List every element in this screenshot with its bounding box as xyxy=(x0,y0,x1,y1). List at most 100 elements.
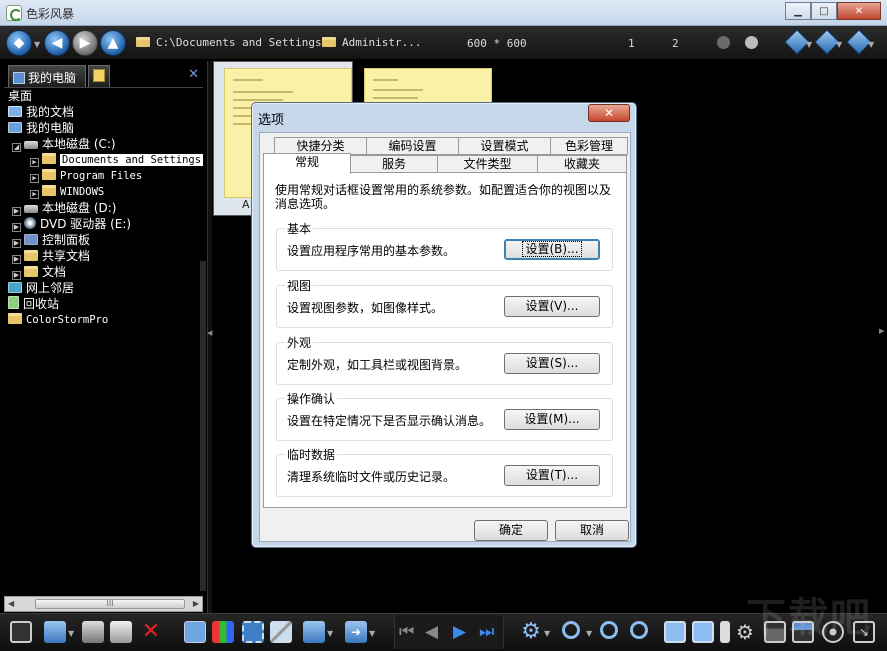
collapse-toggle-icon[interactable]: ◢ xyxy=(12,143,21,152)
chevron-down-icon[interactable]: ▼ xyxy=(836,40,842,49)
chevron-down-icon[interactable]: ▼ xyxy=(68,629,74,638)
chevron-down-icon[interactable]: ▼ xyxy=(327,629,333,638)
dvd-icon xyxy=(24,217,36,229)
close-window-button[interactable]: ✕ xyxy=(837,2,881,20)
tab-favorites[interactable] xyxy=(88,65,110,87)
expand-toggle-icon[interactable]: ▶ xyxy=(12,271,21,280)
edit-icon[interactable] xyxy=(303,621,325,643)
tab-service[interactable]: 服务 xyxy=(350,155,438,173)
tree-item-drive-d[interactable]: ▶ 本地磁盘 (D:) xyxy=(12,200,116,216)
tab-my-computer[interactable]: 我的电脑 xyxy=(8,65,86,87)
dialog-close-button[interactable]: ✕ xyxy=(588,104,630,122)
close-panel-icon[interactable]: ✕ xyxy=(188,67,199,82)
exit-icon[interactable] xyxy=(10,621,32,643)
tree-item-desktop[interactable]: 桌面 xyxy=(8,88,32,104)
minimize-button[interactable]: ▁ xyxy=(785,2,811,20)
expand-toggle-icon[interactable]: ▶ xyxy=(30,190,39,199)
up-folder-button[interactable]: ▲ xyxy=(100,30,126,56)
back-button[interactable]: ◀ xyxy=(44,30,70,56)
expand-toggle-icon[interactable]: ▶ xyxy=(12,207,21,216)
zoom-out-icon[interactable] xyxy=(600,621,618,639)
tree-item-windows[interactable]: ▶ WINDOWS xyxy=(30,184,104,200)
fit-window-icon[interactable] xyxy=(664,621,686,643)
chevron-down-icon[interactable]: ▼ xyxy=(868,40,874,49)
histogram-icon[interactable] xyxy=(212,621,234,643)
expand-toggle-icon[interactable]: ▶ xyxy=(12,255,21,264)
settings-gear-icon[interactable]: ⚙ xyxy=(520,621,542,643)
tree-horizontal-scrollbar[interactable]: ◀ III ▶ xyxy=(4,596,203,612)
expand-toggle-icon[interactable]: ▶ xyxy=(30,174,39,183)
tree-item-program-files[interactable]: ▶ Program Files xyxy=(30,168,142,184)
app-logo-icon xyxy=(6,5,22,21)
tab-general[interactable]: 常规 xyxy=(263,153,351,174)
delete-icon[interactable]: ✕ xyxy=(140,621,162,643)
tree-item-recycle-bin[interactable]: 回收站 xyxy=(8,296,59,312)
chevron-down-icon[interactable]: ▼ xyxy=(586,629,592,638)
breadcrumb-child[interactable]: Administr... xyxy=(322,36,421,49)
tree-item-label: 桌面 xyxy=(8,89,33,103)
page-indicator-2[interactable]: 2 xyxy=(672,37,679,50)
tab-color-management[interactable]: 色彩管理 xyxy=(550,137,628,155)
basic-settings-button[interactable]: 设置(B)... xyxy=(504,239,600,260)
tree-item-shared-documents[interactable]: ▶ 共享文档 xyxy=(12,248,90,264)
tab-file-types[interactable]: 文件类型 xyxy=(437,155,538,173)
panel-tabs: 我的电脑 ✕ xyxy=(4,63,205,87)
view-mode-button[interactable]: ◆ xyxy=(6,30,32,56)
zoom-icon[interactable] xyxy=(562,621,580,639)
chevron-down-icon[interactable]: ▼ xyxy=(544,629,550,638)
expand-toggle-icon[interactable]: ▶ xyxy=(30,158,39,167)
chevron-down-icon[interactable]: ▼ xyxy=(806,40,812,49)
tree-vertical-scrollbar[interactable] xyxy=(200,261,206,591)
tree-item-dvd-drive[interactable]: ▶ DVD 驱动器 (E:) xyxy=(12,216,131,232)
open-file-icon[interactable] xyxy=(44,621,66,643)
chevron-down-icon[interactable]: ▼ xyxy=(34,40,40,49)
export-icon[interactable]: ➜ xyxy=(345,621,367,643)
panel-splitter[interactable] xyxy=(207,61,212,613)
tree-item-my-documents[interactable]: 我的文档 xyxy=(8,104,74,120)
tree-item-colorstormpro[interactable]: ColorStormPro xyxy=(8,312,108,328)
forward-button[interactable]: ▶ xyxy=(72,30,98,56)
tree-item-drive-c[interactable]: ◢ 本地磁盘 (C:) xyxy=(12,136,116,152)
tab-favorites[interactable]: 收藏夹 xyxy=(537,155,627,173)
crop-icon[interactable] xyxy=(242,621,264,643)
previous-image-icon[interactable]: ◀ xyxy=(425,623,438,641)
tab-mode[interactable]: 设置模式 xyxy=(458,137,551,155)
actual-size-icon[interactable] xyxy=(692,621,714,643)
column-view-icon[interactable] xyxy=(720,621,730,643)
scroll-thumb[interactable]: III xyxy=(35,599,185,609)
expand-toggle-icon[interactable]: ▶ xyxy=(12,223,21,232)
scroll-left-icon[interactable]: ◀ xyxy=(8,599,14,608)
cancel-button[interactable]: 取消 xyxy=(555,520,629,541)
tree-item-control-panel[interactable]: ▶ 控制面板 xyxy=(12,232,90,248)
scroll-right-icon[interactable]: ▶ xyxy=(193,599,199,608)
confirmation-settings-button[interactable]: 设置(M)... xyxy=(504,409,600,430)
ok-button[interactable]: 确定 xyxy=(474,520,548,541)
print-icon[interactable] xyxy=(110,621,132,643)
last-image-icon[interactable]: ⏭ xyxy=(479,623,494,641)
temp-data-settings-button[interactable]: 设置(T)... xyxy=(504,465,600,486)
tab-encoding[interactable]: 编码设置 xyxy=(366,137,459,155)
move-icon[interactable] xyxy=(184,621,206,643)
next-image-icon[interactable]: ▶ xyxy=(453,623,466,641)
first-image-icon[interactable]: ⏮ xyxy=(399,623,414,641)
tree-item-label: 控制面板 xyxy=(42,233,91,247)
tree-item-network[interactable]: 网上邻居 xyxy=(8,280,74,296)
adjust-icon[interactable] xyxy=(270,621,292,643)
folder-icon xyxy=(24,250,38,261)
page-indicator-1[interactable]: 1 xyxy=(628,37,635,50)
zoom-in-icon[interactable] xyxy=(630,621,648,639)
maximize-button[interactable]: □ xyxy=(811,2,837,20)
breadcrumb-root[interactable]: C:\Documents and Settings xyxy=(136,36,322,49)
tree-item-my-computer[interactable]: 我的电脑 xyxy=(8,120,74,136)
save-icon[interactable] xyxy=(82,621,104,643)
tree-item-documents-and-settings[interactable]: ▶ Documents and Settings xyxy=(30,152,204,168)
chevron-down-icon[interactable]: ▼ xyxy=(369,629,375,638)
top-toolbar: ◆ ▼ ◀ ▶ ▲ C:\Documents and Settings Admi… xyxy=(0,26,887,60)
tree-item-documents[interactable]: ▶ 文档 xyxy=(12,264,66,280)
tree-item-label: WINDOWS xyxy=(60,186,105,198)
expand-toggle-icon[interactable]: ▶ xyxy=(12,239,21,248)
appearance-settings-button[interactable]: 设置(S)... xyxy=(504,353,600,374)
status-dot-icon xyxy=(745,36,758,49)
collapse-right-icon[interactable]: ▶ xyxy=(879,327,884,335)
view-settings-button[interactable]: 设置(V)... xyxy=(504,296,600,317)
